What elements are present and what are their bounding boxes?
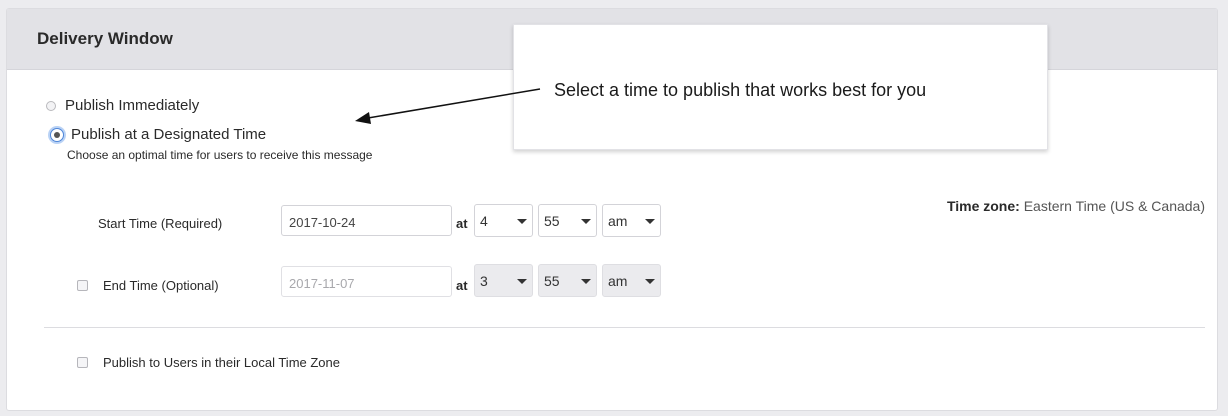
annotation-arrow-icon	[355, 88, 541, 124]
